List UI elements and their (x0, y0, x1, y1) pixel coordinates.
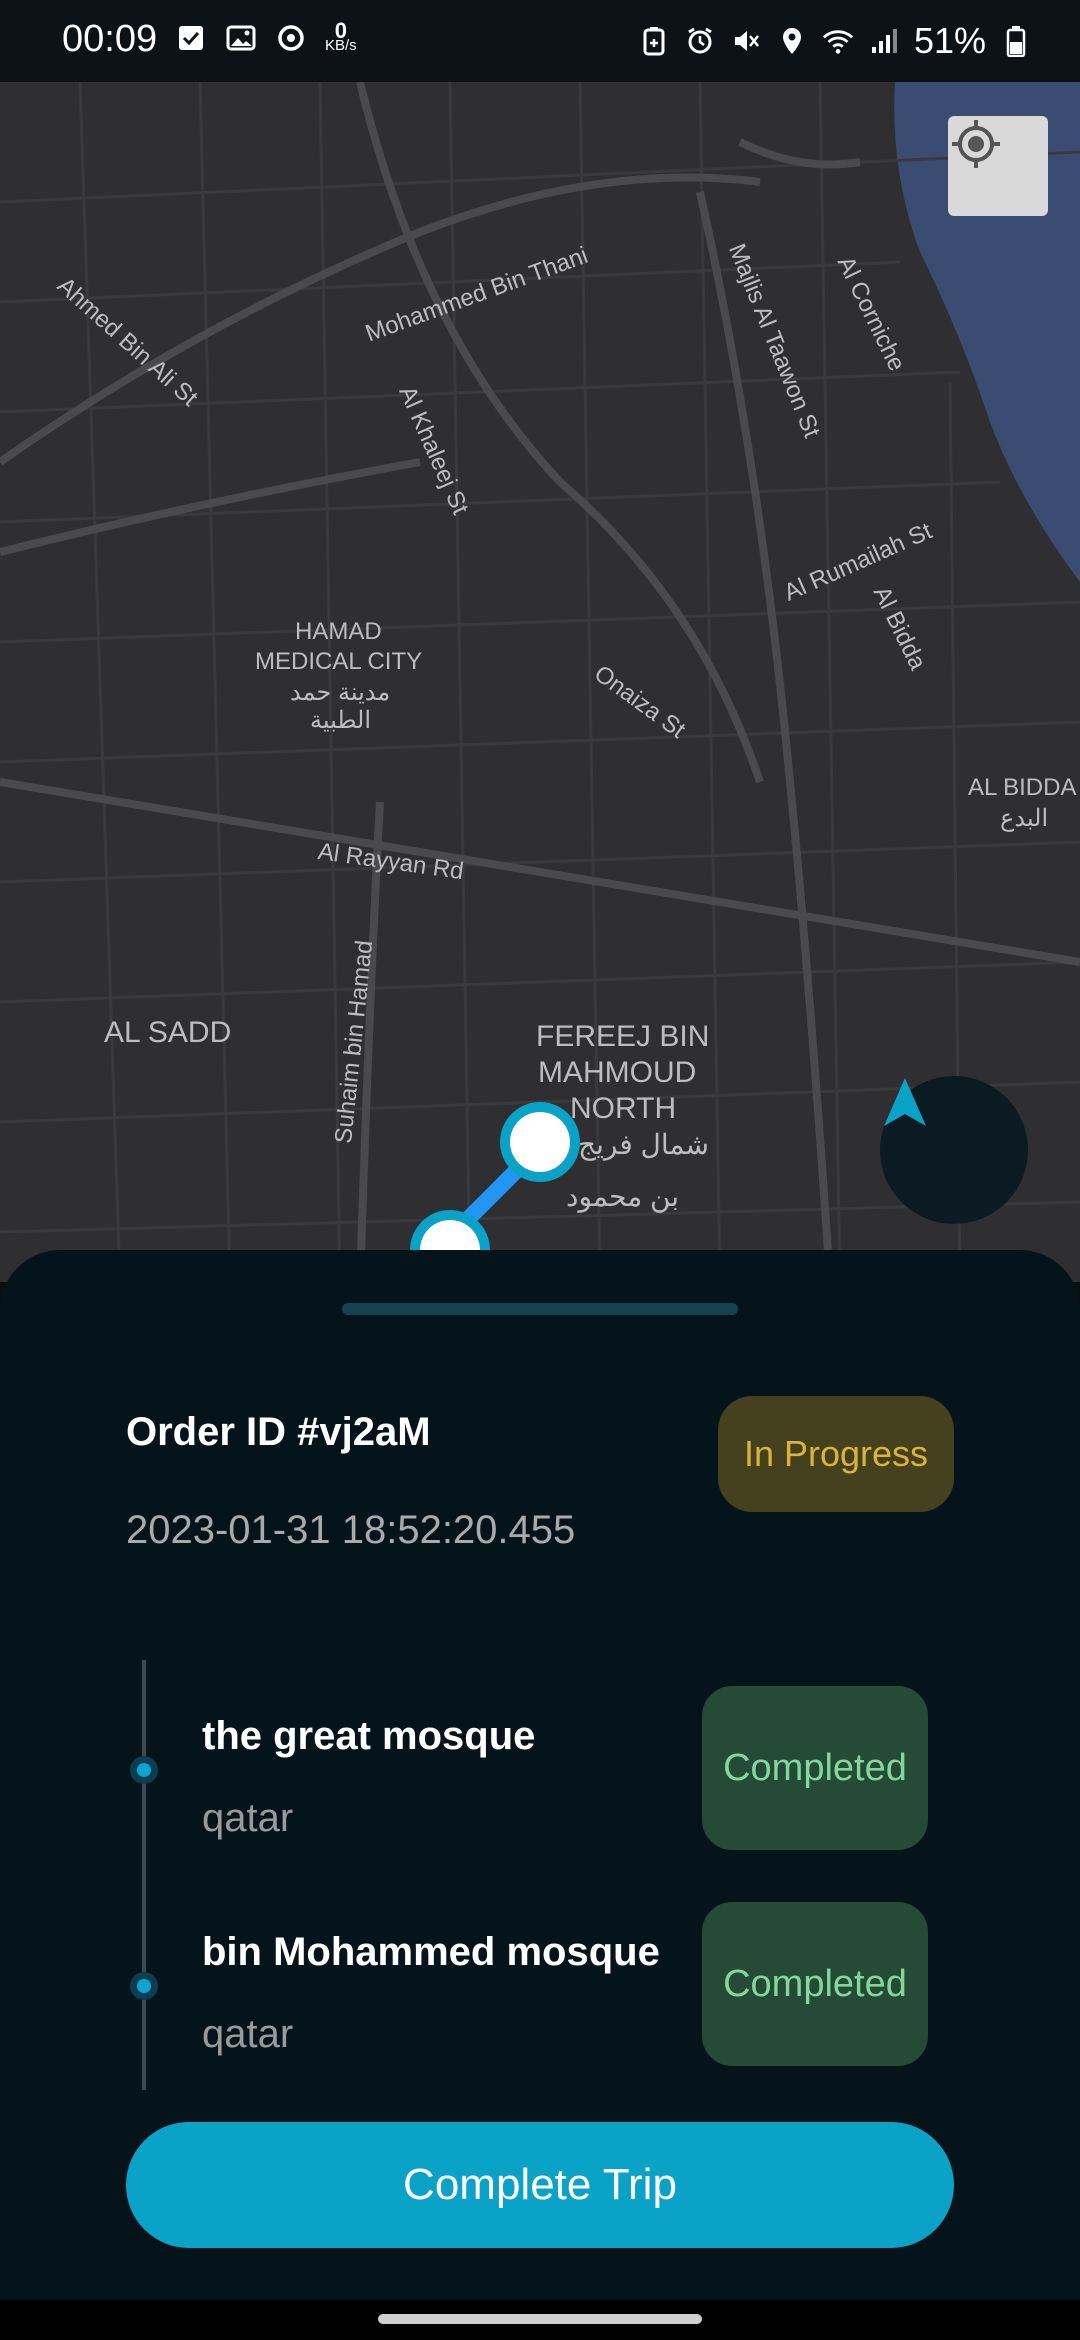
trip-bottom-sheet: Order ID #vj2aM 2023-01-31 18:52:20.455 … (0, 1250, 1080, 2300)
complete-trip-button[interactable]: Complete Trip (126, 2122, 954, 2248)
map-label-al-bidda-district: AL BIDDA (968, 774, 1077, 801)
battery-percent: 51% (913, 20, 986, 61)
notification-icons: 0 KB/s (175, 18, 357, 54)
stop-status-badge: Completed (702, 1686, 928, 1850)
sync-notification-icon (275, 22, 307, 54)
status-bar: 00:09 0 KB/s 51% (0, 0, 1080, 82)
map-label-hamad-ar-2: الطبية (310, 707, 372, 734)
checkbox-notification-icon (175, 22, 207, 54)
map-label-hamad-1: HAMAD (295, 618, 382, 645)
map-label-fereej-2: MAHMOUD (538, 1056, 697, 1089)
stop-status-badge: Completed (702, 1902, 928, 2066)
map-label-fereej-ar-1: شمال فريج (578, 1129, 710, 1160)
stop-country: qatar (202, 1796, 294, 1840)
battery-saver-icon (638, 25, 670, 57)
navigate-button[interactable] (880, 1076, 1028, 1224)
map-label-hamad-ar-1: مدينة حمد (290, 679, 391, 706)
timeline-dot (130, 1756, 158, 1784)
stop-name: bin Mohammed mosque (202, 1930, 660, 1974)
map-view[interactable]: Ahmed Bin Ali St Mohammed Bin Thani Majl… (0, 82, 1080, 1282)
net-speed: 0 KB/s (325, 18, 357, 54)
mute-icon (730, 25, 762, 57)
battery-icon (1000, 25, 1032, 57)
sheet-drag-handle[interactable] (342, 1303, 738, 1315)
wifi-icon (822, 25, 854, 57)
stop-item: bin Mohammed mosque qatar Completed (0, 1902, 1080, 2066)
timeline-dot (130, 1972, 158, 2000)
stop-item: the great mosque qatar Completed (0, 1686, 1080, 1850)
order-status-badge: In Progress (718, 1396, 954, 1512)
map-label-al-sadd: AL SADD (104, 1016, 232, 1049)
status-time: 00:09 (62, 18, 158, 60)
map-label-fereej-ar-2: بن محمود (566, 1181, 680, 1212)
stop-country: qatar (202, 2012, 294, 2056)
order-id: Order ID #vj2aM (126, 1410, 431, 1454)
map-label-hamad-2: MEDICAL CITY (255, 648, 423, 675)
system-icons: 51% (638, 20, 1032, 62)
map-label-fereej-3: NORTH (570, 1092, 677, 1125)
system-nav-bar (0, 2300, 1080, 2340)
stop-name: the great mosque (202, 1714, 536, 1758)
order-datetime: 2023-01-31 18:52:20.455 (126, 1508, 576, 1552)
map-label-fereej-1: FEREEJ BIN (536, 1020, 710, 1053)
map-label-al-bidda-arabic: البدع (1000, 805, 1049, 832)
home-gesture-pill[interactable] (378, 2314, 702, 2324)
gallery-notification-icon (225, 22, 257, 54)
my-location-button[interactable] (948, 116, 1048, 216)
location-icon (776, 25, 808, 57)
signal-icon (868, 25, 900, 57)
alarm-icon (684, 25, 716, 57)
